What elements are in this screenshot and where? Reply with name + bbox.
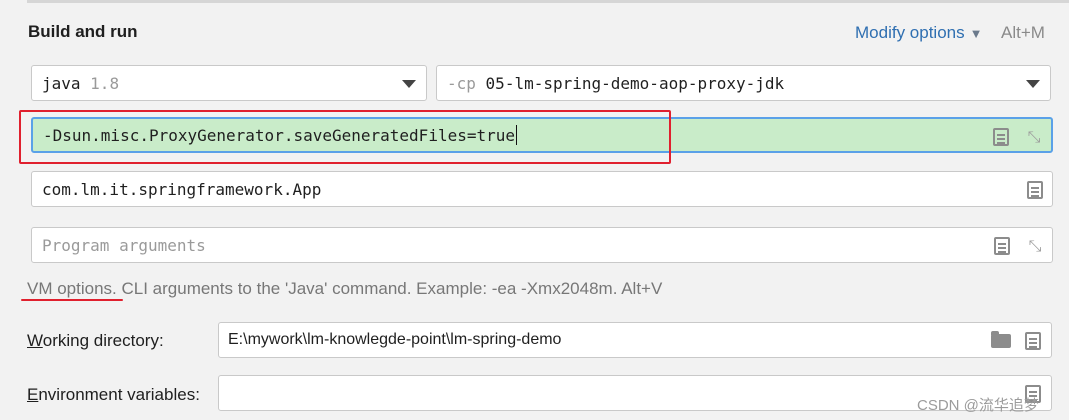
environment-variables-label-text: nvironment variables: <box>38 385 200 404</box>
modify-options-shortcut: Alt+M <box>1001 23 1045 42</box>
mnemonic-letter: E <box>27 385 39 404</box>
program-arguments-placeholder: Program arguments <box>42 235 206 255</box>
classpath-prefix: -cp <box>447 73 476 93</box>
classpath-module-select[interactable]: -cp 05-lm-spring-demo-aop-proxy-jdk <box>436 65 1051 101</box>
jdk-name: java <box>42 73 81 93</box>
document-icon[interactable] <box>1027 181 1043 199</box>
dropdown-arrow-icon[interactable] <box>402 80 416 88</box>
chevron-down-icon: ▼ <box>969 25 983 41</box>
jdk-select[interactable]: java 1.8 <box>31 65 427 101</box>
annotation-underline <box>21 299 123 301</box>
section-title: Build and run <box>28 22 138 41</box>
main-class-input[interactable]: com.lm.it.springframework.App <box>31 171 1053 207</box>
classpath-module: 05-lm-spring-demo-aop-proxy-jdk <box>485 73 785 93</box>
modify-options-label: Modify options <box>855 23 965 42</box>
working-directory-label-text: orking directory: <box>42 331 164 350</box>
working-directory-input[interactable]: E:\mywork\lm-knowlegde-point\lm-spring-d… <box>218 322 1052 358</box>
watermark: CSDN @流华追梦 <box>917 397 1039 414</box>
working-directory-label: Working directory: <box>27 331 164 351</box>
mnemonic-letter: W <box>27 331 43 350</box>
document-icon[interactable] <box>994 237 1010 255</box>
main-class-value: com.lm.it.springframework.App <box>42 179 322 199</box>
expand-icon[interactable]: ⤡ <box>1027 237 1043 255</box>
document-icon[interactable] <box>1025 332 1041 350</box>
vm-options-hint: VM options. CLI arguments to the 'Java' … <box>27 279 662 299</box>
environment-variables-label: Environment variables: <box>27 385 200 405</box>
document-icon[interactable] <box>993 128 1009 146</box>
top-divider <box>27 0 1069 3</box>
annotation-highlight-box <box>19 110 671 164</box>
hint-highlight: VM options. <box>27 279 117 298</box>
working-directory-value: E:\mywork\lm-knowlegde-point\lm-spring-d… <box>228 331 562 348</box>
expand-icon[interactable]: ⤡ <box>1026 128 1042 146</box>
program-arguments-input[interactable]: Program arguments ⤡ <box>31 227 1053 263</box>
hint-text: CLI arguments to the 'Java' command. Exa… <box>116 279 663 298</box>
dropdown-arrow-icon[interactable] <box>1026 80 1040 88</box>
jdk-version: 1.8 <box>90 73 120 93</box>
modify-options-button[interactable]: Modify options ▼ <box>855 23 983 43</box>
folder-icon[interactable] <box>991 331 1011 348</box>
